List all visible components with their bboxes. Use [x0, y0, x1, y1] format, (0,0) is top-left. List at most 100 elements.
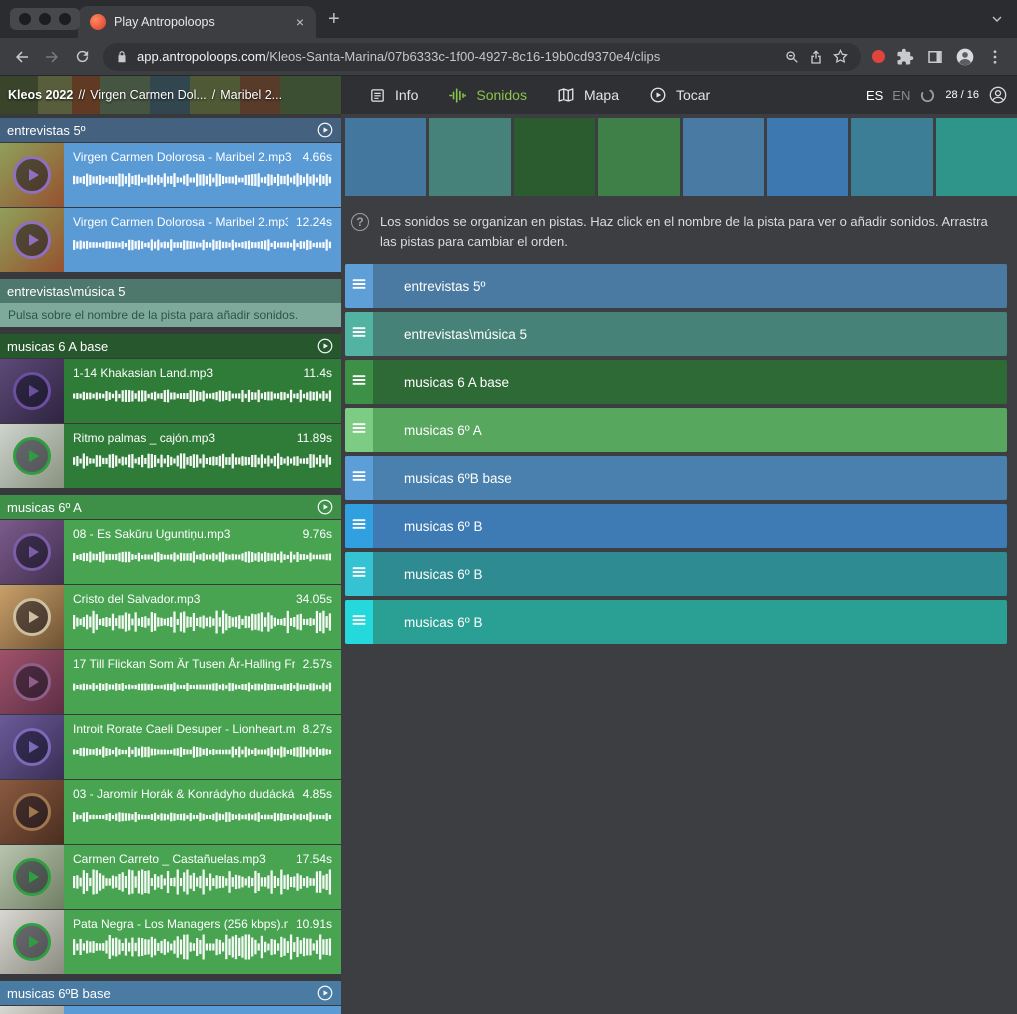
recording-extension-icon[interactable] — [872, 50, 885, 63]
drag-handle[interactable] — [345, 552, 373, 596]
breadcrumb-link[interactable]: Virgen Carmen Dol... — [90, 88, 207, 102]
clip-item[interactable]: Carmen Carreto _ Castañuelas.mp317.54s — [0, 845, 341, 909]
clip-item[interactable]: 1-14 Khakasian Land.mp311.4s — [0, 359, 341, 423]
tab-mapa[interactable]: Mapa — [557, 86, 619, 104]
track-color-tile[interactable] — [936, 118, 1017, 196]
play-track-button[interactable] — [316, 498, 334, 516]
track-row-name[interactable]: musicas 6º B — [373, 552, 482, 596]
account-icon[interactable] — [988, 85, 1008, 105]
track-row-name[interactable]: musicas 6ºB base — [373, 456, 512, 500]
track-row[interactable]: musicas 6ºB base — [345, 456, 1007, 500]
breadcrumb-link[interactable]: Maribel 2... — [220, 88, 282, 102]
clip-thumbnail[interactable] — [0, 359, 64, 423]
drag-handle[interactable] — [345, 456, 373, 500]
tab-sonidos[interactable]: Sonidos — [448, 86, 527, 105]
clip-item[interactable]: 03 - Jaromír Horák & Konrádyho dudácká .… — [0, 780, 341, 844]
clip-thumbnail[interactable] — [0, 585, 64, 649]
clip-item[interactable]: BASE Pata Negra - Los Managers3.77s — [0, 1006, 341, 1014]
clip-thumbnail[interactable] — [0, 143, 64, 207]
profile-avatar[interactable] — [950, 42, 980, 72]
track-header[interactable]: entrevistas\música 5 — [0, 279, 341, 303]
browser-menu-icon[interactable] — [980, 42, 1010, 72]
waveform — [73, 674, 332, 700]
clip-thumbnail[interactable] — [0, 1006, 64, 1014]
track-row-name[interactable]: musicas 6º B — [373, 504, 482, 548]
play-track-button[interactable] — [316, 984, 334, 1002]
track-row-name[interactable]: musicas 6º A — [373, 408, 482, 452]
track-color-tile[interactable] — [851, 118, 932, 196]
side-panel-icon[interactable] — [920, 42, 950, 72]
track-color-tile[interactable] — [514, 118, 595, 196]
track-color-tile[interactable] — [598, 118, 679, 196]
window-minimize-button[interactable] — [39, 13, 51, 25]
new-tab-button[interactable]: + — [328, 9, 340, 29]
drag-handle[interactable] — [345, 264, 373, 308]
clip-item[interactable]: Virgen Carmen Dolorosa - Maribel 2.mp34.… — [0, 143, 341, 207]
forward-icon[interactable] — [37, 42, 67, 72]
clip-thumbnail[interactable] — [0, 715, 64, 779]
clip-thumbnail[interactable] — [0, 910, 64, 974]
bookmark-star-icon[interactable] — [832, 48, 849, 65]
language-es-button[interactable]: ES — [866, 88, 883, 103]
track-color-tile[interactable] — [345, 118, 426, 196]
play-track-button[interactable] — [316, 337, 334, 355]
track-header[interactable]: musicas 6ºB base — [0, 981, 341, 1005]
drag-handle[interactable] — [345, 600, 373, 644]
zoom-icon[interactable] — [784, 49, 800, 65]
tab-search-chevron-icon[interactable] — [989, 11, 1005, 27]
track-row-name[interactable]: entrevistas\música 5 — [373, 312, 527, 356]
clip-thumbnail[interactable] — [0, 650, 64, 714]
tab-info[interactable]: Info — [369, 87, 418, 104]
track-color-tile[interactable] — [683, 118, 764, 196]
track-row[interactable]: musicas 6º B — [345, 600, 1007, 644]
window-zoom-button[interactable] — [59, 13, 71, 25]
clip-thumbnail[interactable] — [0, 208, 64, 272]
track-row-name[interactable]: entrevistas 5º — [373, 264, 485, 308]
drag-handle[interactable] — [345, 360, 373, 404]
play-track-button[interactable] — [316, 121, 334, 139]
breadcrumb-link[interactable]: Kleos 2022 — [8, 88, 73, 102]
clip-item[interactable]: 17 Till Flickan Som Är Tusen År-Halling … — [0, 650, 341, 714]
clip-item[interactable]: Introit Rorate Caeli Desuper - Lionheart… — [0, 715, 341, 779]
clip-thumbnail[interactable] — [0, 845, 64, 909]
drag-handle[interactable] — [345, 504, 373, 548]
track-color-tile[interactable] — [767, 118, 848, 196]
language-en-button[interactable]: EN — [892, 88, 910, 103]
track-header[interactable]: musicas 6º A — [0, 495, 341, 519]
share-icon[interactable] — [808, 49, 824, 65]
browser-tab[interactable]: Play Antropoloops × — [78, 6, 316, 38]
clip-thumbnail[interactable] — [0, 520, 64, 584]
address-bar[interactable]: app.antropoloops.com/Kleos-Santa-Marina/… — [103, 43, 861, 71]
track-name: entrevistas\música 5 — [7, 284, 334, 299]
clip-item[interactable]: Virgen Carmen Dolorosa - Maribel 2.mp312… — [0, 208, 341, 272]
lock-icon[interactable] — [115, 50, 129, 64]
drag-handle[interactable] — [345, 312, 373, 356]
tab-tocar[interactable]: Tocar — [649, 86, 710, 104]
clip-thumbnail[interactable] — [0, 424, 64, 488]
clip-item[interactable]: Pata Negra - Los Managers (256 kbps).mp3… — [0, 910, 341, 974]
drag-handle[interactable] — [345, 408, 373, 452]
extensions-puzzle-icon[interactable] — [890, 42, 920, 72]
clip-item[interactable]: Ritmo palmas _ cajón.mp311.89s — [0, 424, 341, 488]
track-color-tile[interactable] — [429, 118, 510, 196]
track-row[interactable]: entrevistas\música 5 — [345, 312, 1007, 356]
track-row[interactable]: musicas 6º B — [345, 552, 1007, 596]
clip-thumbnail[interactable] — [0, 780, 64, 844]
window-close-button[interactable] — [19, 13, 31, 25]
clip-info: 17 Till Flickan Som Är Tusen År-Halling … — [64, 650, 341, 714]
reload-icon[interactable] — [67, 42, 97, 72]
track-row[interactable]: entrevistas 5º — [345, 264, 1007, 308]
track-header[interactable]: musicas 6 A base — [0, 334, 341, 358]
clip-filename: 03 - Jaromír Horák & Konrádyho dudácká .… — [73, 787, 295, 801]
clip-item[interactable]: 08 - Es Sakŭru Uguntiņu.mp39.76s — [0, 520, 341, 584]
track-header[interactable]: entrevistas 5º — [0, 118, 341, 142]
track-row-name[interactable]: musicas 6º B — [373, 600, 482, 644]
tab-close-icon[interactable]: × — [296, 14, 304, 30]
browser-tab-strip: Play Antropoloops × + — [0, 0, 1017, 38]
track-row-name[interactable]: musicas 6 A base — [373, 360, 509, 404]
clip-item[interactable]: Cristo del Salvador.mp334.05s — [0, 585, 341, 649]
track-row[interactable]: musicas 6º A — [345, 408, 1007, 452]
track-row[interactable]: musicas 6º B — [345, 504, 1007, 548]
back-icon[interactable] — [7, 42, 37, 72]
track-row[interactable]: musicas 6 A base — [345, 360, 1007, 404]
